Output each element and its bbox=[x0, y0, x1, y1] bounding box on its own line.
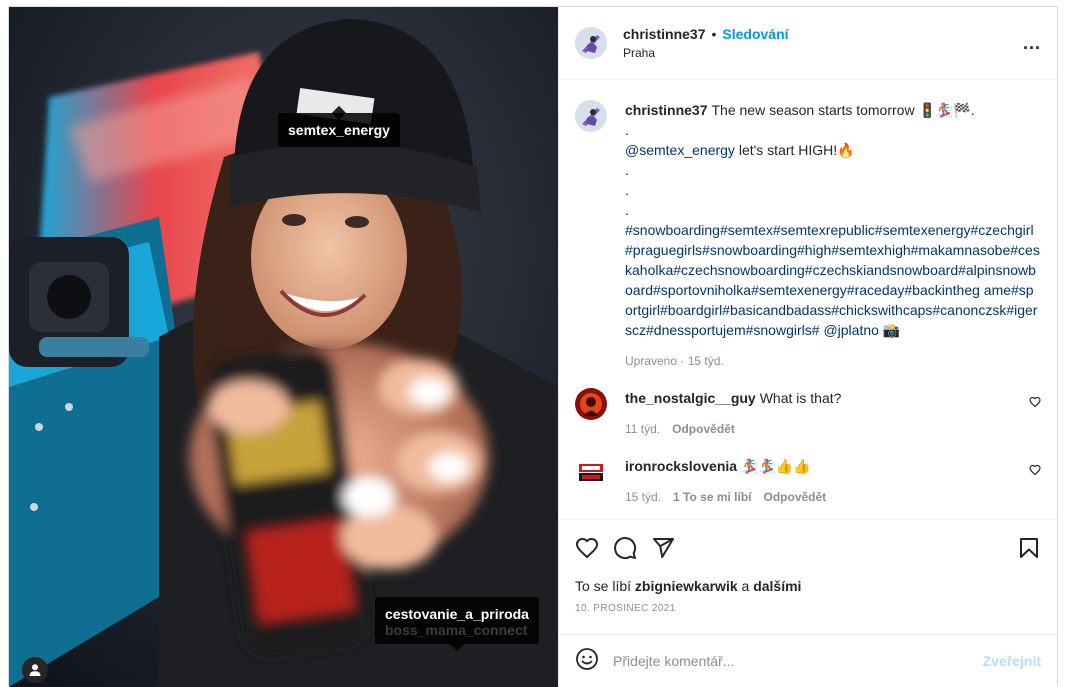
bookmark-icon bbox=[1020, 538, 1038, 558]
author-username[interactable]: christinne37 bbox=[623, 26, 705, 42]
comment-username[interactable]: the_nostalgic__guy bbox=[625, 390, 756, 406]
photo-tag-hidden-label[interactable]: boss_mama_connect bbox=[385, 622, 527, 638]
caption-username[interactable]: christinne37 bbox=[625, 102, 707, 118]
photo-tag-semtex[interactable]: semtex_energy bbox=[278, 113, 400, 147]
photo-tag-cestovanie[interactable]: cestovanie_a_priroda boss_mama_connect bbox=[375, 597, 539, 644]
commenter-avatar[interactable] bbox=[575, 388, 607, 420]
reply-button[interactable]: Odpovědět bbox=[764, 490, 827, 504]
comment-time[interactable]: 11 týd. bbox=[625, 422, 660, 436]
post-dialog: semtex_energy cestovanie_a_priroda boss_… bbox=[8, 6, 1058, 687]
more-options-button[interactable]: ... bbox=[1023, 33, 1041, 54]
tagged-users-button[interactable] bbox=[22, 657, 48, 683]
comment-bubble-icon bbox=[614, 537, 637, 560]
like-button[interactable] bbox=[575, 536, 599, 560]
comment-button[interactable] bbox=[613, 536, 637, 560]
comment-text: What is that? bbox=[759, 390, 842, 406]
comment-input[interactable]: Přidejte komentář... bbox=[613, 653, 983, 669]
post-header: christinne37 • Sledování Praha ... bbox=[559, 7, 1057, 80]
comment-likes-count[interactable]: 1 To se mi líbí bbox=[673, 490, 751, 504]
camera-emoji: 📸 bbox=[882, 322, 901, 338]
caption-text: christinne37 The new season starts tomorr… bbox=[625, 100, 1041, 340]
caption-line: The new season starts tomorrow 🚦🏂🏁. bbox=[711, 102, 975, 118]
post-comment-button[interactable]: Zveřejnit bbox=[983, 653, 1041, 669]
comment-item: ironrockslovenia 🏂🏂👍👍 15 týd. 1 To se mi … bbox=[575, 456, 1041, 504]
post-actions: To se líbí zbigniewkarwik a dalšími 10. … bbox=[559, 519, 1057, 634]
photo-image bbox=[9, 7, 558, 687]
caption-hashtags[interactable]: #snowboarding#semtex#semtexrepublic#semt… bbox=[625, 222, 1040, 338]
comment-text: 🏂🏂👍👍 bbox=[741, 458, 811, 474]
post-photo[interactable]: semtex_energy cestovanie_a_priroda boss_… bbox=[9, 7, 558, 687]
like-comment-heart-icon[interactable] bbox=[1029, 396, 1041, 408]
likes-prefix: To se líbí bbox=[575, 578, 635, 594]
likes-user[interactable]: zbigniewkarwik bbox=[635, 578, 738, 594]
following-button[interactable]: Sledování bbox=[722, 26, 788, 42]
likes-summary: To se líbí zbigniewkarwik a dalšími bbox=[575, 578, 1041, 594]
comments-list[interactable]: christinne37 The new season starts tomorr… bbox=[559, 80, 1057, 519]
caption-mention[interactable]: @semtex_energy bbox=[625, 142, 735, 158]
caption-tail-mention[interactable]: @jplatno bbox=[823, 322, 878, 338]
like-comment-heart-icon[interactable] bbox=[1029, 464, 1041, 476]
author-avatar[interactable] bbox=[575, 27, 607, 59]
commenter-avatar[interactable] bbox=[575, 456, 607, 488]
share-button[interactable] bbox=[651, 536, 675, 560]
caption-line: let's start HIGH!🔥 bbox=[734, 142, 855, 158]
paper-plane-icon bbox=[653, 538, 674, 558]
likes-others-button[interactable]: dalšími bbox=[753, 578, 801, 594]
comment-item: the_nostalgic__guy What is that? 11 týd. … bbox=[575, 388, 1041, 436]
add-comment-bar: Přidejte komentář... Zveřejnit bbox=[559, 634, 1057, 686]
heart-icon bbox=[575, 537, 599, 559]
caption-dot: . bbox=[625, 202, 629, 218]
caption-dot: . bbox=[625, 162, 629, 178]
likes-mid: a bbox=[737, 578, 754, 594]
comment-username[interactable]: ironrockslovenia bbox=[625, 458, 737, 474]
post-location[interactable]: Praha bbox=[623, 46, 1023, 60]
emoji-smiley-icon bbox=[576, 648, 598, 670]
header-separator: • bbox=[711, 26, 717, 42]
photo-tag-label: cestovanie_a_priroda bbox=[385, 606, 529, 622]
comment-time[interactable]: 15 týd. bbox=[625, 490, 661, 504]
emoji-button[interactable] bbox=[575, 647, 599, 674]
post-side-panel: christinne37 • Sledování Praha ... chris… bbox=[558, 7, 1057, 686]
caption: christinne37 The new season starts tomorr… bbox=[575, 100, 1041, 368]
post-date[interactable]: 10. PROSINEC 2021 bbox=[575, 603, 1041, 614]
user-icon bbox=[29, 664, 41, 676]
caption-dot: . bbox=[625, 122, 629, 138]
photo-tag-label: semtex_energy bbox=[288, 122, 390, 138]
reply-button[interactable]: Odpovědět bbox=[672, 422, 735, 436]
caption-meta: Upraveno · 15 týd. bbox=[625, 354, 724, 368]
caption-dot: . bbox=[625, 182, 629, 198]
author-avatar[interactable] bbox=[575, 100, 607, 132]
save-button[interactable] bbox=[1017, 536, 1041, 560]
